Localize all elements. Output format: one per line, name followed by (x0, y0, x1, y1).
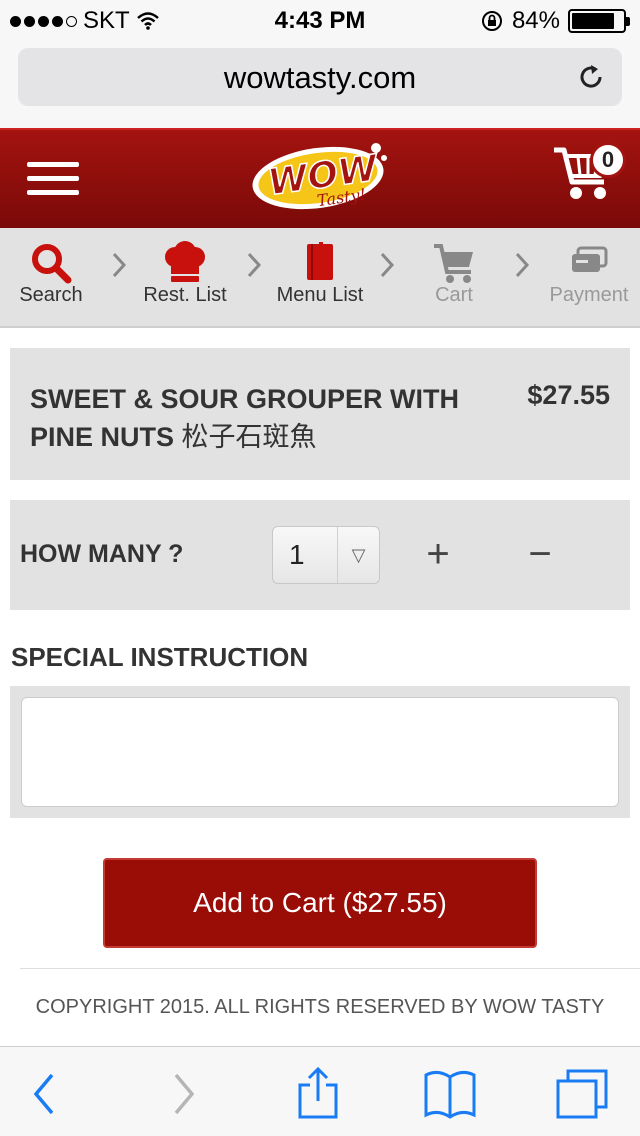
special-instruction-title: SPECIAL INSTRUCTION (11, 642, 309, 672)
step-payment[interactable]: Payment (534, 228, 640, 328)
footer-divider (20, 968, 640, 969)
step-label: Payment (549, 284, 629, 306)
status-bar: SKT 4:43 PM 84% (0, 0, 640, 40)
step-label: Rest. List (143, 284, 227, 306)
site-header: WOW Tasty! 0 (0, 128, 640, 228)
item-price: $27.55 (527, 380, 610, 410)
url-text[interactable]: wowtasty.com (18, 60, 622, 96)
special-instruction-input[interactable] (21, 697, 619, 807)
add-to-cart-button[interactable]: Add to Cart ($27.55) (103, 858, 537, 948)
cart-icon (434, 244, 473, 283)
share-icon[interactable] (288, 1067, 348, 1121)
quantity-value: 1 (289, 539, 305, 570)
reload-icon[interactable] (576, 62, 606, 92)
chevron-right-icon (515, 252, 530, 278)
increment-button[interactable]: + (418, 524, 458, 584)
chevron-right-icon (247, 252, 262, 278)
special-instruction-box (10, 686, 630, 818)
menu-book-icon (307, 242, 333, 280)
browser-address-area: wowtasty.com (0, 40, 640, 128)
tabs-icon[interactable] (552, 1067, 612, 1121)
battery-percent: 84% (511, 7, 560, 34)
forward-icon[interactable] (154, 1067, 214, 1121)
menu-icon[interactable] (27, 162, 79, 196)
order-steps: Search Rest. List Menu List Cart Payment (0, 228, 640, 328)
step-label: Search (19, 284, 83, 306)
browser-toolbar (0, 1046, 640, 1136)
copyright-text: COPYRIGHT 2015. ALL RIGHTS RESERVED BY W… (35, 996, 605, 1018)
quantity-row: HOW MANY ? 1 ▽ + − (10, 500, 630, 610)
step-cart[interactable]: Cart (399, 228, 509, 328)
chevron-down-icon: ▽ (337, 527, 379, 583)
header-cart-button[interactable]: 0 (552, 140, 626, 210)
address-bar[interactable]: wowtasty.com (18, 48, 622, 106)
step-label: Menu List (276, 284, 364, 306)
cart-count-badge: 0 (590, 142, 626, 178)
step-menu-list[interactable]: Menu List (265, 228, 375, 328)
wow-tasty-logo[interactable]: WOW Tasty! (248, 134, 394, 220)
chef-hat-icon (165, 241, 205, 282)
quantity-label: HOW MANY ? (20, 540, 184, 568)
bookmarks-icon[interactable] (420, 1067, 480, 1121)
rotation-lock-icon (481, 11, 502, 31)
payment-icon (572, 246, 608, 272)
step-label: Cart (435, 284, 473, 306)
item-name: SWEET & SOUR GROUPER WITH PINE NUTS 松子石斑… (30, 380, 480, 456)
quantity-select[interactable]: 1 ▽ (272, 526, 380, 584)
step-rest-list[interactable]: Rest. List (130, 228, 240, 328)
battery-icon (568, 9, 630, 33)
decrement-button[interactable]: − (520, 524, 560, 584)
back-icon[interactable] (14, 1067, 74, 1121)
menu-item-card: SWEET & SOUR GROUPER WITH PINE NUTS 松子石斑… (10, 348, 630, 480)
step-search[interactable]: Search (0, 228, 106, 328)
item-name-cn: 松子石斑魚 (181, 422, 317, 452)
chevron-right-icon (380, 252, 395, 278)
chevron-right-icon (112, 252, 127, 278)
search-icon (32, 244, 72, 284)
